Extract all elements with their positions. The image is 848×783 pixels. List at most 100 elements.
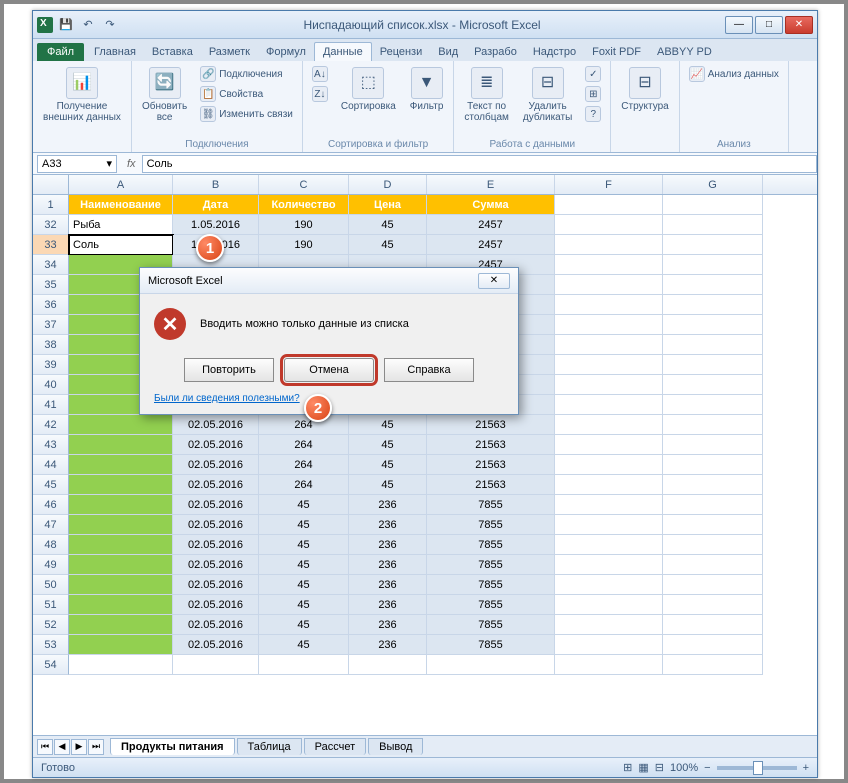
- view-layout-icon[interactable]: ▦: [638, 761, 648, 774]
- cell[interactable]: [69, 475, 173, 495]
- zoom-in-button[interactable]: +: [803, 762, 809, 774]
- get-external-data-button[interactable]: 📊 Получение внешних данных: [39, 65, 125, 125]
- cell[interactable]: 02.05.2016: [173, 635, 259, 655]
- tab-formulas[interactable]: Формул: [258, 43, 314, 61]
- cell[interactable]: [555, 235, 663, 255]
- zoom-level[interactable]: 100%: [670, 762, 698, 774]
- cell[interactable]: 236: [349, 515, 427, 535]
- redo-icon[interactable]: ↷: [101, 16, 119, 34]
- row-header[interactable]: 49: [33, 555, 69, 575]
- cell[interactable]: 45: [259, 575, 349, 595]
- cell[interactable]: [663, 195, 763, 215]
- row-header[interactable]: 40: [33, 375, 69, 395]
- row-header[interactable]: 39: [33, 355, 69, 375]
- cell[interactable]: [555, 515, 663, 535]
- cell[interactable]: 7855: [427, 595, 555, 615]
- cell[interactable]: 7855: [427, 615, 555, 635]
- cell[interactable]: [555, 555, 663, 575]
- cell[interactable]: 02.05.2016: [173, 555, 259, 575]
- cell[interactable]: [663, 275, 763, 295]
- tab-developer[interactable]: Разрабо: [466, 43, 525, 61]
- tab-insert[interactable]: Вставка: [144, 43, 201, 61]
- formula-input[interactable]: Соль: [142, 155, 817, 173]
- col-header-a[interactable]: A: [69, 175, 173, 194]
- row-header[interactable]: 45: [33, 475, 69, 495]
- cell[interactable]: [555, 395, 663, 415]
- sheet-nav-next[interactable]: ▶: [71, 739, 87, 755]
- row-header[interactable]: 42: [33, 415, 69, 435]
- cell[interactable]: [555, 575, 663, 595]
- cell[interactable]: [69, 615, 173, 635]
- maximize-button[interactable]: □: [755, 16, 783, 34]
- cell[interactable]: 45: [259, 515, 349, 535]
- row-header[interactable]: 50: [33, 575, 69, 595]
- cell[interactable]: [69, 635, 173, 655]
- row-header[interactable]: 32: [33, 215, 69, 235]
- outline-button[interactable]: ⊟Структура: [617, 65, 672, 114]
- cell[interactable]: 236: [349, 615, 427, 635]
- cell[interactable]: 21563: [427, 455, 555, 475]
- tab-layout[interactable]: Разметк: [201, 43, 258, 61]
- cell[interactable]: 45: [259, 495, 349, 515]
- cell[interactable]: [663, 355, 763, 375]
- cell[interactable]: [663, 235, 763, 255]
- cell[interactable]: [663, 435, 763, 455]
- col-header-c[interactable]: C: [259, 175, 349, 194]
- cell[interactable]: [555, 355, 663, 375]
- zoom-slider[interactable]: [717, 766, 797, 770]
- cell[interactable]: [555, 335, 663, 355]
- row-header[interactable]: 47: [33, 515, 69, 535]
- tab-data[interactable]: Данные: [314, 42, 372, 61]
- cell[interactable]: Количество: [259, 195, 349, 215]
- cell[interactable]: [555, 295, 663, 315]
- row-header[interactable]: 35: [33, 275, 69, 295]
- consolidate-button[interactable]: ⊞: [582, 85, 604, 103]
- cell[interactable]: 02.05.2016: [173, 615, 259, 635]
- sort-za-button[interactable]: Z↓: [309, 85, 331, 103]
- cell[interactable]: [663, 615, 763, 635]
- cell[interactable]: [69, 455, 173, 475]
- cell[interactable]: [663, 455, 763, 475]
- cell[interactable]: Сумма: [427, 195, 555, 215]
- cell[interactable]: 1.05.2016: [173, 215, 259, 235]
- tab-foxit[interactable]: Foxit PDF: [584, 43, 649, 61]
- row-header[interactable]: 46: [33, 495, 69, 515]
- cell[interactable]: 264: [259, 455, 349, 475]
- whatif-button[interactable]: ?: [582, 105, 604, 123]
- data-validation-button[interactable]: ✓: [582, 65, 604, 83]
- cell[interactable]: [663, 595, 763, 615]
- sheet-tab-1[interactable]: Таблица: [237, 738, 302, 755]
- cell[interactable]: 21563: [427, 415, 555, 435]
- cell[interactable]: 21563: [427, 475, 555, 495]
- cell[interactable]: Наименование: [69, 195, 173, 215]
- cell[interactable]: [349, 655, 427, 675]
- refresh-all-button[interactable]: 🔄 Обновить все: [138, 65, 191, 125]
- fx-label[interactable]: fx: [121, 158, 142, 170]
- cell[interactable]: Дата: [173, 195, 259, 215]
- cell[interactable]: [555, 255, 663, 275]
- minimize-button[interactable]: —: [725, 16, 753, 34]
- cell[interactable]: 7855: [427, 635, 555, 655]
- properties-button[interactable]: 📋Свойства: [197, 85, 296, 103]
- cell[interactable]: [663, 535, 763, 555]
- col-header-d[interactable]: D: [349, 175, 427, 194]
- cell[interactable]: [555, 475, 663, 495]
- cell[interactable]: 02.05.2016: [173, 595, 259, 615]
- cell[interactable]: [555, 415, 663, 435]
- cell[interactable]: [69, 535, 173, 555]
- cell[interactable]: 21563: [427, 435, 555, 455]
- col-header-e[interactable]: E: [427, 175, 555, 194]
- cell[interactable]: [663, 515, 763, 535]
- remove-duplicates-button[interactable]: ⊟Удалить дубликаты: [519, 65, 576, 125]
- cell[interactable]: 02.05.2016: [173, 455, 259, 475]
- cell[interactable]: 7855: [427, 495, 555, 515]
- cell[interactable]: 45: [349, 415, 427, 435]
- row-header[interactable]: 52: [33, 615, 69, 635]
- cell[interactable]: [663, 335, 763, 355]
- sheet-nav-last[interactable]: ⏭: [88, 739, 104, 755]
- cell[interactable]: 236: [349, 535, 427, 555]
- row-header[interactable]: 41: [33, 395, 69, 415]
- cell[interactable]: 02.05.2016: [173, 435, 259, 455]
- cell[interactable]: 264: [259, 415, 349, 435]
- sheet-tab-2[interactable]: Рассчет: [304, 738, 367, 755]
